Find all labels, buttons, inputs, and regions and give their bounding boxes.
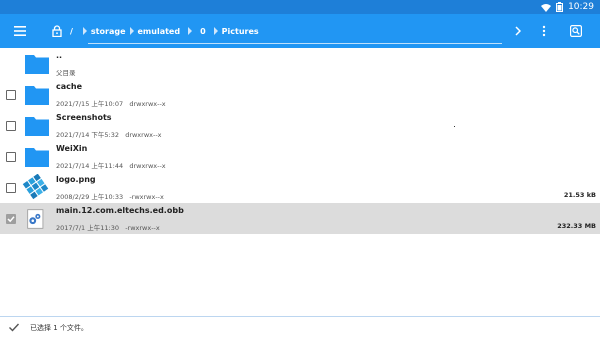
breadcrumb-0[interactable]: 0 [188,27,206,36]
list-item[interactable]: logo.png 2008/2/29 上午10:33 -rwxrwx--x 21… [0,172,600,203]
checkbox[interactable] [6,152,16,162]
breadcrumb-separator-icon [129,27,134,35]
selection-status: 已选择 1 个文件。 [30,324,88,332]
list-item[interactable]: cache 2021/7/15 上午10:07 drwxrwx--x [0,79,600,110]
image-thumbnail-icon [22,174,49,200]
clock: 10:29 [568,2,594,12]
breadcrumb-storage[interactable]: storage [82,27,126,36]
file-size: 21.53 kB [563,191,596,199]
folder-icon [25,55,49,74]
file-meta: 2021/7/15 上午10:07 drwxrwx--x [56,100,166,108]
chevron-right-icon[interactable] [510,14,526,48]
file-meta: 2017/7/1 上午11:30 -rwxrwx--x [56,224,160,232]
folder-icon [25,148,49,167]
folder-icon [25,86,49,105]
file-name: .. [56,51,63,60]
file-name: cache [56,82,83,91]
file-meta: 2021/7/14 上午11:44 drwxrwx--x [56,162,166,170]
status-bar: 10:29 [0,0,600,14]
breadcrumb-pictures[interactable]: Pictures [213,27,259,36]
list-item-parent[interactable]: .. 父目录 [0,48,600,79]
checkbox[interactable] [6,183,16,193]
more-vertical-icon[interactable] [536,14,552,48]
lock-icon[interactable] [46,14,68,48]
file-meta: 2021/7/14 下午5:32 drwxrwx--x [56,131,162,139]
menu-icon[interactable] [8,14,32,48]
file-meta: 父目录 [56,69,76,77]
checkbox[interactable] [6,90,16,100]
breadcrumb-separator-icon [82,27,87,35]
bottom-status-bar: 已选择 1 个文件。 [0,316,600,338]
stray-pixel [454,126,455,127]
file-name: WeiXin [56,144,88,153]
wifi-icon [541,3,552,12]
breadcrumb-separator-icon [213,27,218,35]
breadcrumb-separator-icon [188,27,193,35]
file-list: .. 父目录 cache 2021/7/15 上午10:07 drwxrwx--… [0,48,600,316]
search-icon[interactable] [566,14,586,48]
folder-icon [25,117,49,136]
check-icon[interactable] [8,321,20,333]
file-name: Screenshots [56,113,112,122]
toolbar: / storage emulated 0 Pictures [0,14,600,48]
settings-file-icon [27,209,44,229]
file-name: main.12.com.eltechs.ed.obb [56,206,184,215]
list-item[interactable]: WeiXin 2021/7/14 上午11:44 drwxrwx--x [0,141,600,172]
breadcrumb-emulated[interactable]: emulated [129,27,180,36]
file-meta: 2008/2/29 上午10:33 -rwxrwx--x [56,193,164,201]
list-item[interactable]: Screenshots 2021/7/14 下午5:32 drwxrwx--x [0,110,600,141]
file-name: logo.png [56,175,96,184]
checkbox[interactable] [6,121,16,131]
breadcrumb-underline [88,43,502,44]
file-size: 232.33 MB [557,222,596,230]
list-item-selected[interactable]: main.12.com.eltechs.ed.obb 2017/7/1 上午11… [0,203,600,234]
checkbox-checked[interactable] [6,214,16,224]
breadcrumb-root[interactable]: / [70,27,73,36]
battery-icon [556,2,564,12]
